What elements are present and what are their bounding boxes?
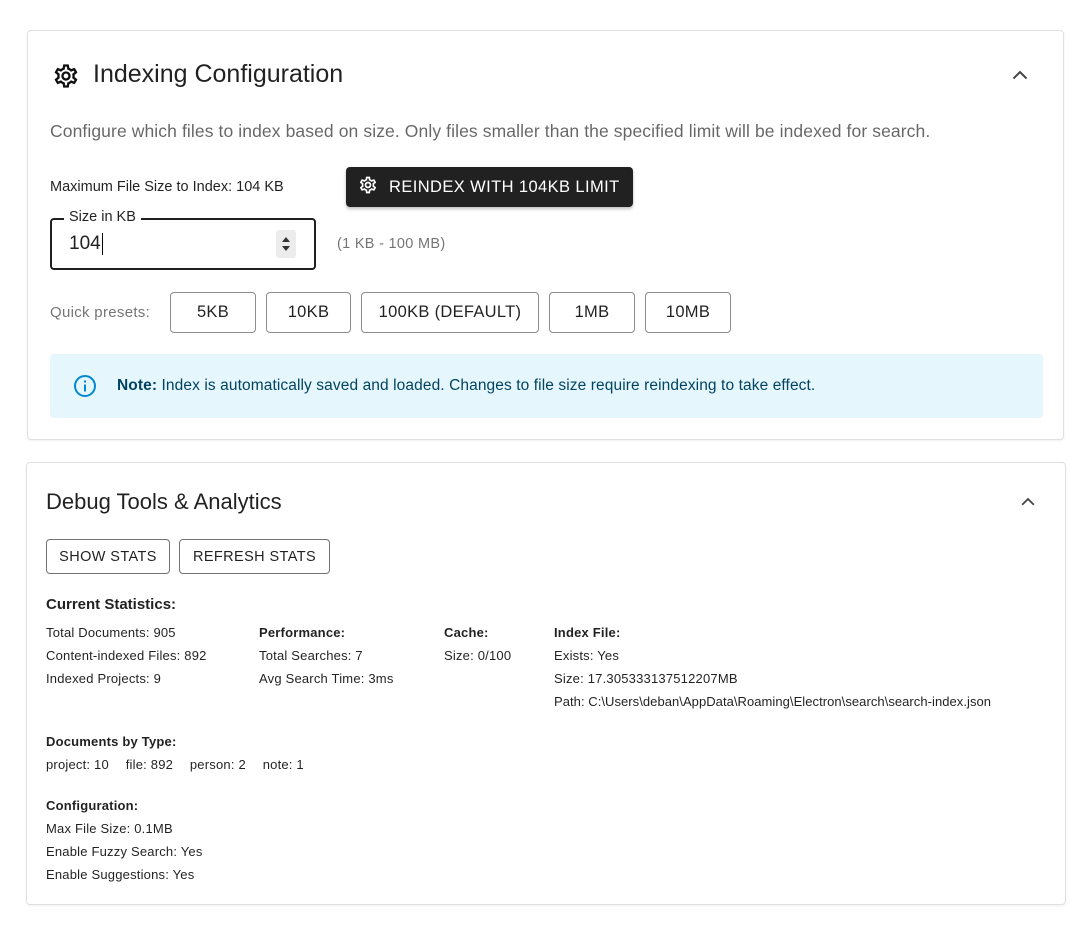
cache-heading: Cache: [444, 625, 489, 640]
indexed-projects: Indexed Projects: 9 [46, 671, 162, 686]
info-icon [73, 374, 97, 403]
performance-heading: Performance: [259, 625, 346, 640]
preset-10mb-button[interactable]: 10MB [645, 292, 731, 333]
preset-5kb-button[interactable]: 5KB [170, 292, 256, 333]
config-suggestions: Enable Suggestions: Yes [46, 867, 195, 882]
size-kb-legend: Size in KB [64, 209, 141, 225]
doc-type-item: file: 892 [125, 757, 174, 772]
gear-icon [358, 175, 378, 200]
info-alert-text: Note: Index is automatically saved and l… [117, 377, 816, 394]
size-kb-value[interactable]: 104 [69, 232, 103, 256]
size-range-hint: (1 KB - 100 MB) [337, 236, 446, 252]
refresh-stats-button[interactable]: REFRESH STATS [179, 539, 330, 574]
panel-title: Indexing Configuration [93, 60, 344, 88]
indexing-config-panel: Indexing Configuration Configure which f… [27, 30, 1064, 440]
collapse-chevron-icon[interactable] [1018, 491, 1038, 511]
config-fuzzy-search: Enable Fuzzy Search: Yes [46, 844, 203, 859]
content-indexed-files: Content-indexed Files: 892 [46, 648, 207, 663]
index-file-heading: Index File: [554, 625, 621, 640]
max-size-label: Maximum File Size to Index: 104 KB [50, 179, 284, 195]
presets-label: Quick presets: [50, 304, 151, 321]
current-stats-heading: Current Statistics: [46, 596, 177, 613]
configuration-heading: Configuration: [46, 798, 139, 813]
config-max-file-size: Max File Size: 0.1MB [46, 821, 173, 836]
preset-1mb-button[interactable]: 1MB [549, 292, 635, 333]
collapse-chevron-icon[interactable] [1010, 65, 1030, 85]
number-stepper[interactable] [276, 230, 296, 258]
stepper-up-icon[interactable] [282, 237, 290, 242]
stepper-down-icon[interactable] [282, 246, 290, 251]
documents-by-type-heading: Documents by Type: [46, 734, 177, 749]
doc-type-item: project: 10 [46, 757, 109, 772]
documents-by-type-list: project: 10 file: 892 person: 2 note: 1 [46, 757, 317, 772]
panel-title: Debug Tools & Analytics [46, 489, 282, 514]
index-file-exists: Exists: Yes [554, 648, 620, 663]
doc-type-item: note: 1 [262, 757, 304, 772]
total-searches: Total Searches: 7 [259, 648, 363, 663]
reindex-button-label: REINDEX WITH 104KB LIMIT [389, 177, 620, 196]
panel-description: Configure which files to index based on … [50, 121, 931, 141]
avg-search-time: Avg Search Time: 3ms [259, 671, 394, 686]
reindex-button[interactable]: REINDEX WITH 104KB LIMIT [346, 167, 633, 207]
cache-size: Size: 0/100 [444, 648, 512, 663]
preset-10kb-button[interactable]: 10KB [266, 292, 351, 333]
gear-icon [52, 62, 80, 95]
total-documents: Total Documents: 905 [46, 625, 176, 640]
doc-type-item: person: 2 [189, 757, 246, 772]
show-stats-button[interactable]: SHOW STATS [46, 539, 170, 574]
index-file-size: Size: 17.305333137512207MB [554, 671, 738, 686]
debug-tools-panel: Debug Tools & Analytics SHOW STATS REFRE… [26, 462, 1066, 905]
index-file-path: Path: C:\Users\deban\AppData\Roaming\Ele… [554, 694, 992, 709]
preset-100kb-button[interactable]: 100KB (DEFAULT) [361, 292, 539, 333]
